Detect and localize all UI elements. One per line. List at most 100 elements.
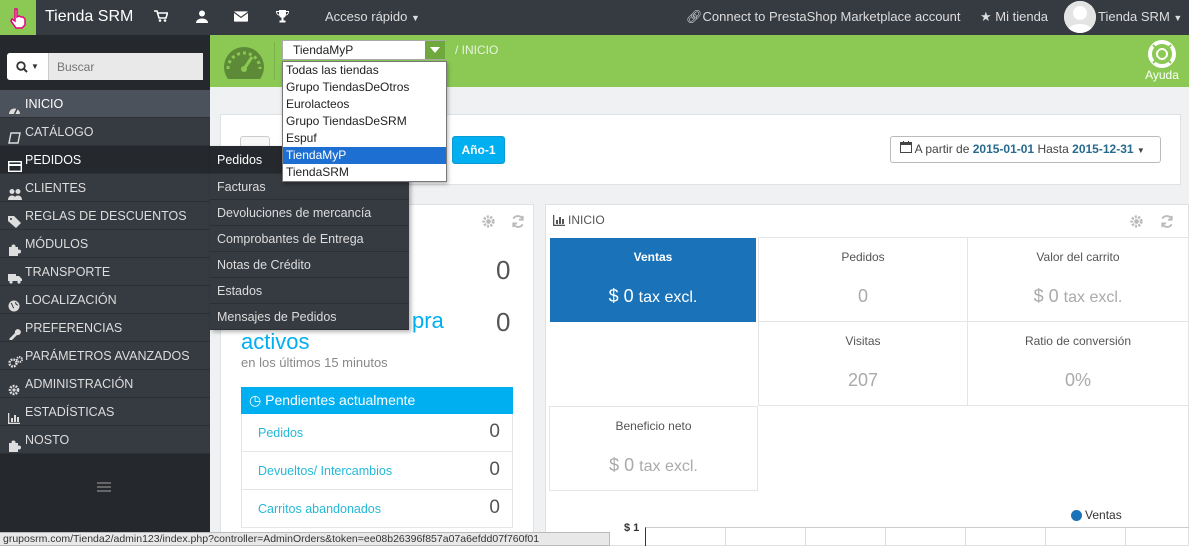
submenu-item[interactable]: Devoluciones de mercancía <box>210 200 409 226</box>
kpi-value: $ 0 tax excl. <box>968 286 1188 307</box>
sidebar-item-nosto[interactable]: NOSTO <box>0 426 210 454</box>
kpi-orders[interactable]: Pedidos 0 <box>758 237 968 322</box>
sidebar-item-reglas-de-descuentos[interactable]: REGLAS DE DESCUENTOS <box>0 202 210 230</box>
calendar-icon <box>900 141 912 156</box>
submenu-item[interactable]: Mensajes de Pedidos <box>210 304 409 330</box>
pending-value: 0 <box>489 421 500 442</box>
hand-pointer-icon[interactable] <box>0 0 36 35</box>
pending-label[interactable]: Pedidos <box>258 426 303 440</box>
connect-marketplace-link[interactable]: 🔗︎Connect to PrestaShop Marketplace acco… <box>686 9 961 25</box>
sidebar-item-label: PEDIDOS <box>25 152 82 167</box>
kpi-value: 0 <box>857 286 868 306</box>
browser-status-bar: gruposrm.com/Tienda2/admin123/index.php?… <box>0 532 610 546</box>
sidebar-item-label: REGLAS DE DESCUENTOS <box>25 208 187 223</box>
search-input[interactable] <box>49 53 203 80</box>
chart-gridline <box>805 528 806 546</box>
sidebar: ▼ INICIO CATÁLOGO PEDIDOS CLIENTES REGLAS DE… <box>0 35 210 546</box>
dashboard-panel-title: INICIO <box>553 213 605 227</box>
date-range-picker[interactable]: A partir de 2015-01-01 Hasta 2015-12-31 … <box>890 136 1161 163</box>
shop-selector[interactable]: TiendaMyP <box>282 40 446 60</box>
pending-row[interactable]: Pedidos 0 <box>241 414 513 452</box>
pending-header: ◷ Pendientes actualmente <box>241 387 513 414</box>
sales-chart <box>645 527 1189 546</box>
breadcrumb: / INICIO <box>455 43 499 57</box>
active-carts-label-fragment[interactable]: pra <box>412 308 444 334</box>
shop-option[interactable]: TiendaMyP <box>283 147 446 164</box>
sidebar-item-estadisticas[interactable]: ESTADÍSTICAS <box>0 398 210 426</box>
pending-row[interactable]: Carritos abandonados 0 <box>241 490 513 528</box>
previous-year-button[interactable]: Año-1 <box>452 136 505 164</box>
cart-icon[interactable] <box>154 9 168 23</box>
sidebar-item-label: CATÁLOGO <box>25 124 94 139</box>
kpi-unit: tax excl. <box>639 458 698 475</box>
pending-label[interactable]: Devueltos/ Intercambios <box>258 464 392 478</box>
shop-selector-value: TiendaMyP <box>293 43 354 57</box>
dashboard-title-text: INICIO <box>568 213 605 227</box>
quick-access-menu[interactable]: Acceso rápido ▼ <box>325 9 420 24</box>
user-menu[interactable]: Tienda SRM ▼ <box>1098 9 1182 24</box>
trophy-icon[interactable] <box>275 9 289 23</box>
search-type-button[interactable]: ▼ <box>7 53 49 80</box>
user-icon[interactable] <box>195 9 209 23</box>
sidebar-item-catalogo[interactable]: CATÁLOGO <box>0 118 210 146</box>
kpi-visits[interactable]: Visitas 207 <box>758 322 968 406</box>
my-store-link[interactable]: ★ Mi tienda <box>980 9 1048 25</box>
wrench-icon <box>8 322 21 341</box>
pending-row[interactable]: Devueltos/ Intercambios 0 <box>241 452 513 490</box>
date-to-label: Hasta <box>1037 142 1069 156</box>
sidebar-item-localizacion[interactable]: LOCALIZACIÓN <box>0 286 210 314</box>
kpi-net-profit[interactable]: Beneficio neto $ 0 tax excl. <box>549 406 758 491</box>
kpi-value: 207 <box>847 370 879 390</box>
clock-icon: ◷ <box>249 392 262 408</box>
sidebar-item-parametros-avanzados[interactable]: PARÁMETROS AVANZADOS <box>0 342 210 370</box>
avatar[interactable] <box>1064 1 1096 33</box>
sidebar-item-administracion[interactable]: ADMINISTRACIÓN <box>0 370 210 398</box>
submenu-item[interactable]: Notas de Crédito <box>210 252 409 278</box>
top-bar: Tienda SRM Acceso rápido ▼ 🔗︎Connect to … <box>0 0 1189 35</box>
kpi-unit: tax excl. <box>1063 289 1123 306</box>
envelope-icon[interactable] <box>234 9 248 23</box>
shop-option[interactable]: TiendaSRM <box>283 164 446 181</box>
help-button[interactable]: Ayuda <box>1143 40 1181 82</box>
refresh-icon[interactable] <box>510 214 526 232</box>
kpi-sales[interactable]: Ventas $ 0 tax excl. <box>550 238 756 322</box>
gear-icon[interactable] <box>1129 214 1144 232</box>
kpi-value: 0% <box>1064 370 1091 390</box>
sidebar-item-modulos[interactable]: MÓDULOS <box>0 230 210 258</box>
pending-value: 0 <box>489 459 500 480</box>
sidebar-item-preferencias[interactable]: PREFERENCIAS <box>0 314 210 342</box>
shop-option[interactable]: Grupo TiendasDeOtros <box>283 79 446 96</box>
credit-card-icon <box>7 154 23 172</box>
life-ring-icon <box>1148 40 1176 68</box>
sidebar-item-transporte[interactable]: TRANSPORTE <box>0 258 210 286</box>
kpi-amount: $ 0 <box>608 286 634 306</box>
kpi-conversion[interactable]: Ratio de conversión 0% <box>968 322 1189 406</box>
submenu-item[interactable]: Estados <box>210 278 409 304</box>
kpi-amount: $ 0 <box>1033 286 1059 306</box>
shop-option[interactable]: Espuf <box>283 130 446 147</box>
shop-option[interactable]: Todas las tiendas <box>283 62 446 79</box>
shop-option[interactable]: Eurolacteos <box>283 96 446 113</box>
tags-icon <box>8 210 21 228</box>
collapse-menu-icon[interactable] <box>97 480 111 495</box>
submenu-item[interactable]: Comprobantes de Entrega <box>210 226 409 252</box>
gear-icon[interactable] <box>481 214 496 232</box>
sidebar-item-inicio[interactable]: INICIO <box>0 90 210 118</box>
sidebar-item-label: CLIENTES <box>25 180 87 195</box>
sidebar-item-pedidos[interactable]: PEDIDOS <box>0 146 210 174</box>
active-carts-label[interactable]: activos <box>241 329 309 355</box>
sidebar-item-label: NOSTO <box>25 432 70 447</box>
pending-title: Pendientes actualmente <box>265 392 416 408</box>
shop-title[interactable]: Tienda SRM <box>45 8 133 26</box>
kpi-title: Ventas <box>633 250 673 264</box>
caret-down-icon[interactable] <box>425 41 445 59</box>
kpi-title: Valor del carrito <box>1036 250 1120 264</box>
kpi-cart-value[interactable]: Valor del carrito $ 0 tax excl. <box>968 237 1189 322</box>
shop-option[interactable]: Grupo TiendasDeSRM <box>283 113 446 130</box>
bar-chart-icon <box>553 214 565 226</box>
search-box: ▼ <box>7 53 203 80</box>
refresh-icon[interactable] <box>1159 214 1175 232</box>
sidebar-item-clientes[interactable]: CLIENTES <box>0 174 210 202</box>
pending-label[interactable]: Carritos abandonados <box>258 502 381 516</box>
chart-legend[interactable]: Ventas <box>1071 508 1122 522</box>
